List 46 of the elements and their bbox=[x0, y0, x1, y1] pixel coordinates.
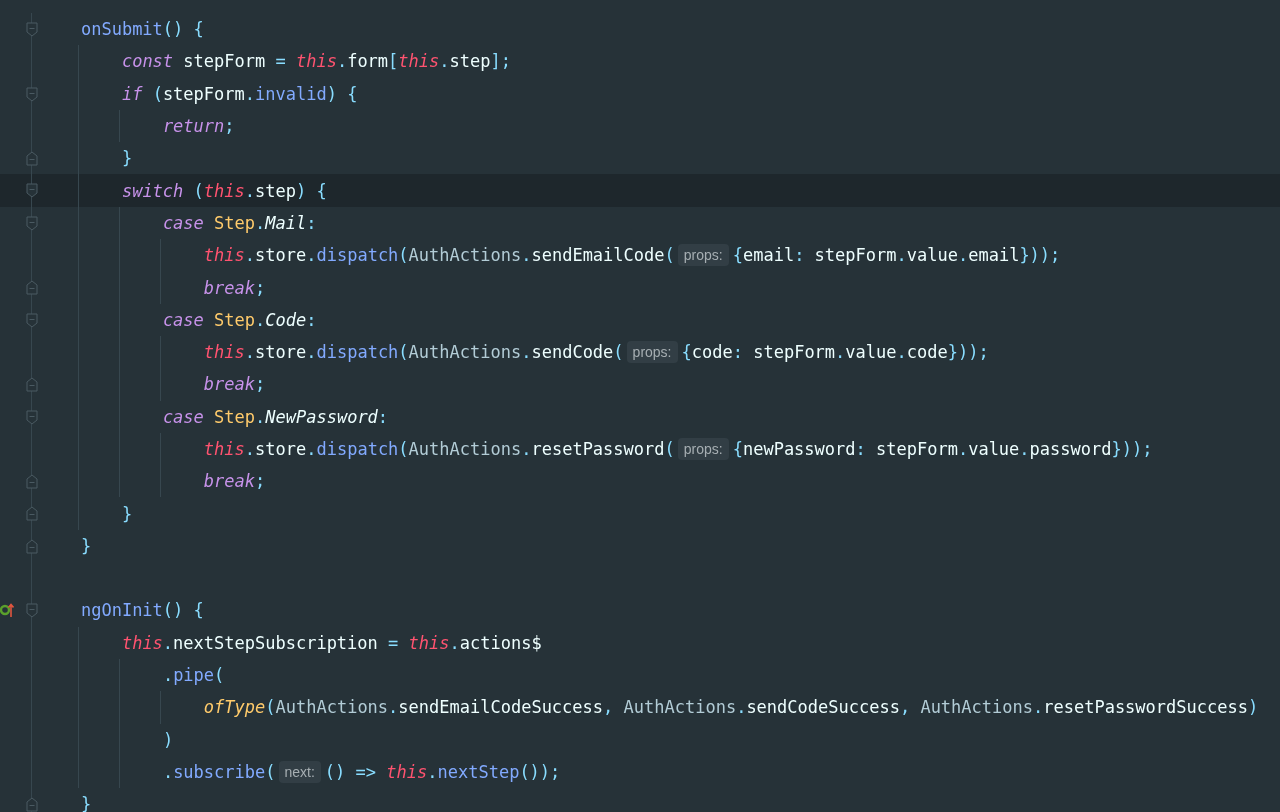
code-text: this.store.dispatch(AuthActions.resetPassword( bbox=[203, 439, 675, 459]
fold-icon[interactable] bbox=[26, 797, 38, 812]
code-text: break; bbox=[203, 471, 266, 492]
fold-icon[interactable] bbox=[26, 538, 38, 554]
parameter-hint: next: bbox=[278, 760, 321, 783]
fold-icon[interactable] bbox=[26, 151, 38, 167]
code-text: } bbox=[121, 148, 133, 169]
parameter-hint: props: bbox=[677, 438, 729, 460]
code-text: switch (this.step) { bbox=[121, 180, 327, 201]
fold-icon[interactable] bbox=[26, 506, 38, 522]
fold-icon[interactable] bbox=[26, 22, 38, 37]
code-text: ngOnInit() { bbox=[80, 600, 204, 621]
code-text: } bbox=[80, 535, 92, 556]
code-text: {code: stepForm.value.code})); bbox=[681, 342, 989, 363]
parameter-hint: props: bbox=[677, 244, 729, 267]
fold-icon[interactable] bbox=[26, 312, 38, 328]
code-text: .pipe( bbox=[162, 665, 225, 686]
code-text: .subscribe( bbox=[162, 761, 276, 782]
code-text: case Step.NewPassword: bbox=[162, 406, 389, 427]
code-text: break; bbox=[203, 277, 266, 298]
code-text: onSubmit() { bbox=[80, 19, 204, 40]
fold-icon[interactable] bbox=[26, 377, 38, 393]
code-text: case Step.Mail: bbox=[162, 212, 317, 233]
code-text: ofType(AuthActions.sendEmailCodeSuccess, AuthActions.sendCodeSuccess, AuthActions.resetPasswordSuccess) bbox=[203, 697, 1259, 718]
code-text: case Step.Code: bbox=[162, 309, 317, 330]
code-text: {newPassword: stepForm.value.password})); bbox=[732, 439, 1153, 459]
code-text: if (stepForm.invalid) { bbox=[121, 83, 358, 104]
code-text: this.store.dispatch(AuthActions.sendEmailCode( bbox=[203, 245, 675, 266]
code-text: this.nextStepSubscription = this.actions$ bbox=[121, 632, 542, 653]
code-text: this.store.dispatch(AuthActions.sendCode( bbox=[203, 342, 624, 363]
code-text: () => this.nextStep()); bbox=[324, 761, 561, 782]
parameter-hint: props: bbox=[626, 341, 678, 364]
code-text: ) bbox=[162, 729, 174, 750]
implemented-method-icon[interactable] bbox=[0, 602, 14, 619]
fold-icon[interactable] bbox=[26, 474, 38, 490]
code-text: return; bbox=[162, 116, 235, 137]
fold-icon[interactable] bbox=[26, 86, 38, 102]
fold-icon[interactable] bbox=[26, 409, 38, 425]
code-text: {email: stepForm.value.email})); bbox=[732, 245, 1061, 266]
fold-icon[interactable] bbox=[26, 215, 38, 231]
fold-icon[interactable] bbox=[26, 603, 38, 619]
fold-icon[interactable] bbox=[26, 183, 38, 199]
code-text: } bbox=[121, 503, 133, 524]
code-text: break; bbox=[203, 374, 266, 395]
code-text: const stepForm = this.form[this.step]; bbox=[121, 51, 511, 72]
fold-icon[interactable] bbox=[26, 280, 38, 296]
